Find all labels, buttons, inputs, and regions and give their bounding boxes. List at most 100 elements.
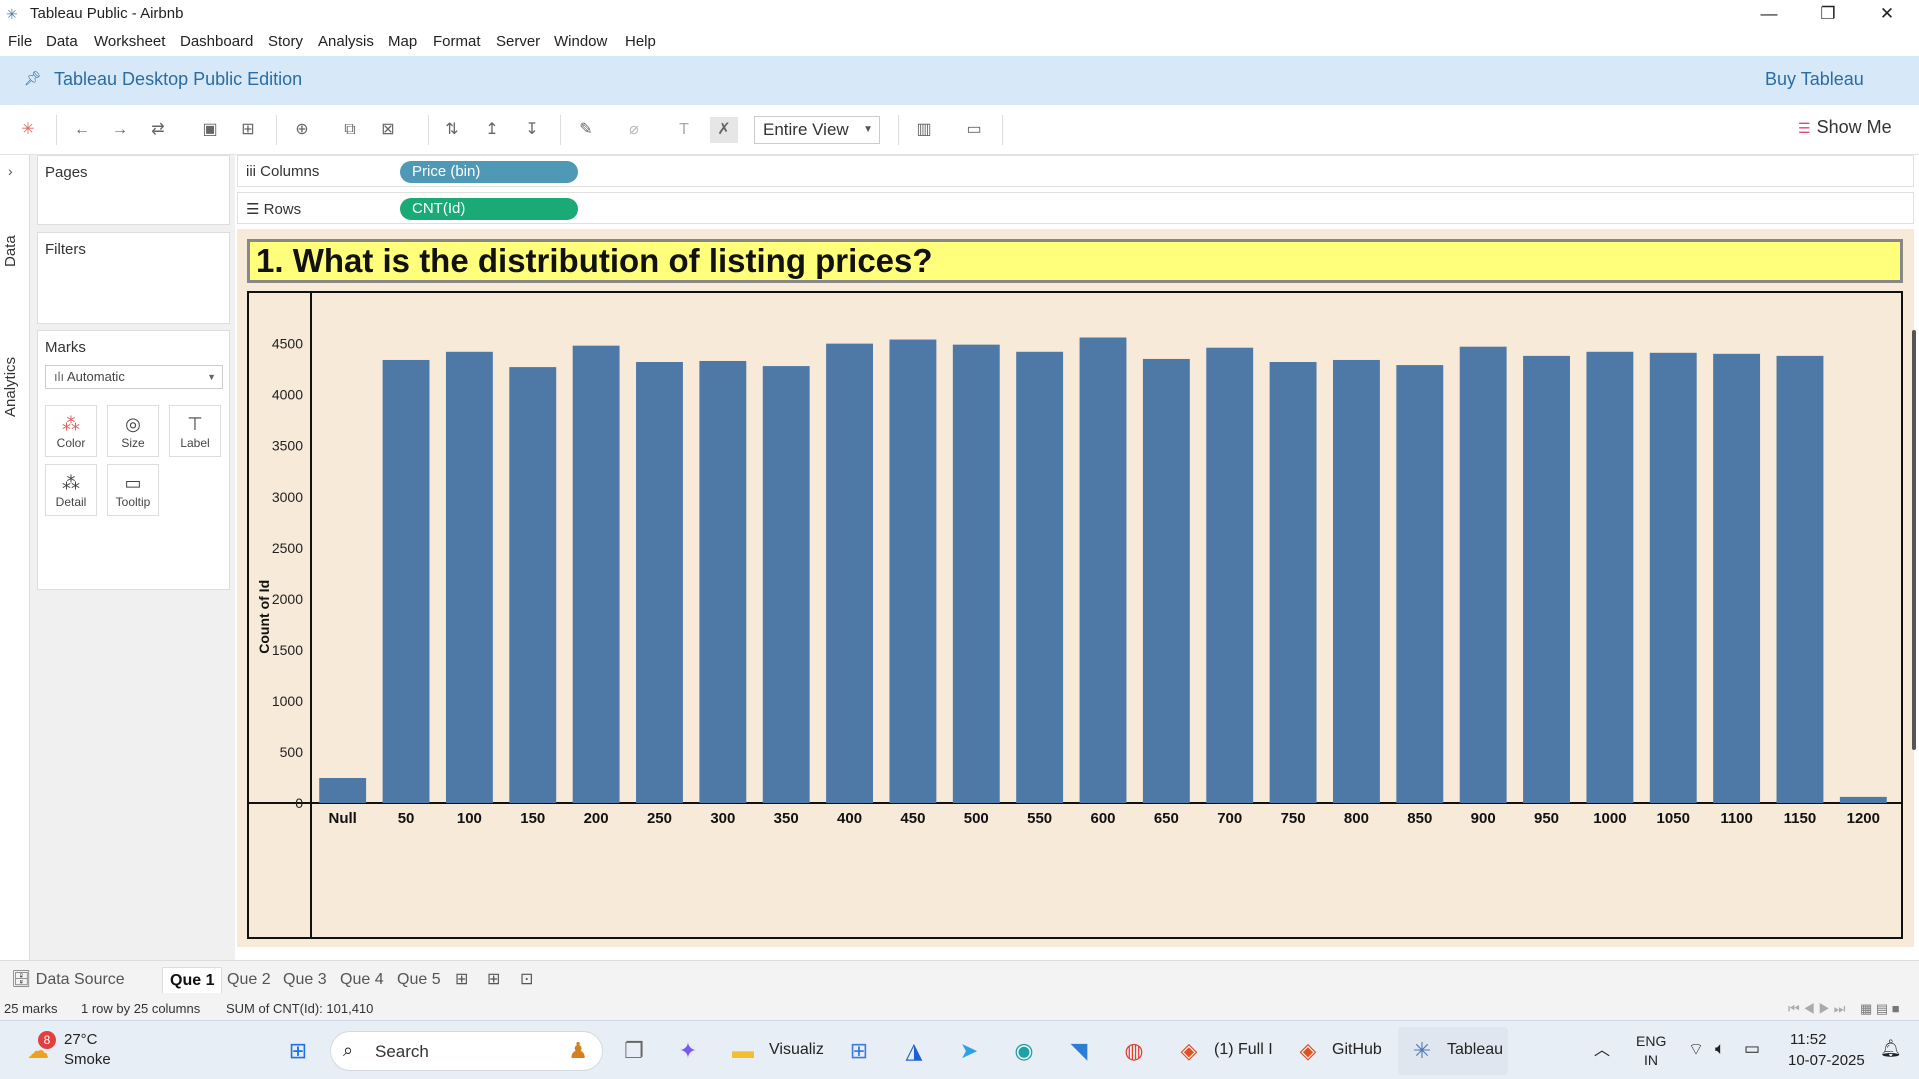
bar-chart[interactable]: 0 500 1000 1500 2000 2500 3000 3500 4000 4500 Coun…	[249, 293, 1901, 937]
tableau-logo-icon[interactable]: ✳	[14, 117, 42, 143]
menu-map[interactable]: Map	[388, 33, 417, 50]
new-worksheet-tab-icon[interactable]: ⊞	[448, 967, 475, 993]
language-line1[interactable]: ENG	[1636, 1033, 1666, 1049]
vscode-icon[interactable]: ◥	[1063, 1035, 1095, 1067]
group-members-icon[interactable]: ⌀	[620, 117, 648, 143]
menu-dashboard[interactable]: Dashboard	[180, 33, 253, 50]
mark-type-dropdown[interactable]: ılı Automatic ▼	[45, 365, 223, 389]
taskbar-app-full[interactable]: (1) Full I	[1214, 1041, 1273, 1059]
brave-icon[interactable]: ◈	[1173, 1035, 1205, 1067]
label-button[interactable]: ⊤ Label	[169, 405, 221, 457]
rows-shelf[interactable]: ☰ Rows CNT(Id)	[237, 192, 1914, 224]
microsoft-store-icon[interactable]: ⊞	[843, 1035, 875, 1067]
new-worksheet-icon[interactable]: ⊕	[288, 117, 316, 143]
sheet-tab-que4[interactable]: Que 4	[333, 967, 391, 993]
sheet-tab-que5[interactable]: Que 5	[390, 967, 448, 993]
taskbar-app-tableau[interactable]: Tableau	[1447, 1041, 1503, 1059]
color-label: Color	[56, 436, 86, 450]
analytics-tab[interactable]: Analytics	[2, 357, 19, 417]
data-source-tab[interactable]: 🗄︎ Data Source	[4, 967, 132, 993]
fit-dropdown[interactable]: Entire View ▼	[754, 116, 880, 144]
undo-icon[interactable]: ←	[68, 117, 96, 143]
menu-help[interactable]: Help	[625, 33, 656, 50]
wifi-icon[interactable]: ⌔	[1688, 1039, 1704, 1060]
data-tab[interactable]: Data	[2, 235, 19, 267]
swap-rows-columns-icon[interactable]: ⇅	[438, 117, 466, 143]
menu-server[interactable]: Server	[496, 33, 540, 50]
size-icon: ◎	[125, 414, 141, 434]
sheet-nav-icon[interactable]: ⏮ ◀ ▶ ⏭	[1788, 1001, 1845, 1017]
menu-analysis[interactable]: Analysis	[318, 33, 374, 50]
duplicate-sheet-icon[interactable]: ⧉	[336, 117, 364, 143]
menu-story[interactable]: Story	[268, 33, 303, 50]
battery-icon[interactable]: ▭	[1744, 1039, 1760, 1059]
taskbar-app-visualiz[interactable]: Visualiz	[769, 1041, 824, 1059]
toolbar: ✳ ← → ⇄ ▣ ⊞ ⊕ ⧉ ⊠ ⇅ ↥ ↧ ✎ ⌀ T ✗ Entire V…	[0, 105, 1919, 155]
menu-worksheet[interactable]: Worksheet	[94, 33, 165, 50]
menu-window[interactable]: Window	[554, 33, 607, 50]
show-cards-icon[interactable]: ▥	[910, 117, 938, 143]
telegram-icon[interactable]: ➤	[953, 1035, 985, 1067]
close-button[interactable]: ✕	[1864, 0, 1910, 28]
tableau-taskbar-icon[interactable]: ✳	[1406, 1035, 1438, 1067]
sheet-tab-que1[interactable]: Que 1	[162, 967, 223, 993]
sheet-tab-que3[interactable]: Que 3	[276, 967, 334, 993]
language-line2[interactable]: IN	[1644, 1052, 1658, 1068]
cnt-id-pill[interactable]: CNT(Id)	[400, 198, 578, 220]
buy-tableau-link[interactable]: Buy Tableau	[1765, 69, 1864, 90]
presentation-mode-icon[interactable]: ▭	[960, 117, 988, 143]
windows-start-icon[interactable]: ⊞	[282, 1035, 314, 1067]
menu-format[interactable]: Format	[433, 33, 481, 50]
task-view-icon[interactable]: ❐	[618, 1035, 650, 1067]
volume-icon[interactable]: 🔈︎	[1715, 1039, 1725, 1059]
x-tick-label: 900	[1471, 810, 1496, 827]
new-story-tab-icon[interactable]: ⊡	[513, 967, 540, 993]
clear-formatting-icon[interactable]: ✗	[710, 117, 738, 143]
chevron-down-icon: ▼	[207, 372, 216, 382]
clear-sheet-icon[interactable]: ⊠	[374, 117, 402, 143]
size-button[interactable]: ◎ Size	[107, 405, 159, 457]
y-tick-label: 500	[280, 744, 304, 760]
save-icon[interactable]: ▣	[196, 117, 224, 143]
clock-date[interactable]: 10-07-2025	[1788, 1052, 1865, 1069]
minimize-button[interactable]: —	[1746, 0, 1792, 28]
redo-icon[interactable]: →	[106, 117, 134, 143]
x-tick-label: 1200	[1847, 810, 1880, 827]
clock-time[interactable]: 11:52	[1790, 1031, 1826, 1048]
detail-button[interactable]: ⁂ Detail	[45, 464, 97, 516]
chrome-icon[interactable]: ◍	[1118, 1035, 1150, 1067]
azure-icon[interactable]: ◮	[898, 1035, 930, 1067]
file-explorer-icon[interactable]: ▬	[727, 1035, 759, 1067]
weather-temp: 27°C	[64, 1031, 98, 1048]
pages-card[interactable]: Pages	[37, 155, 230, 225]
filters-card[interactable]: Filters	[37, 232, 230, 324]
maximize-button[interactable]: ❐	[1805, 0, 1851, 28]
chevron-up-icon[interactable]: ︿	[1586, 1035, 1618, 1067]
tooltip-button[interactable]: ▭ Tooltip	[107, 464, 159, 516]
menu-data[interactable]: Data	[46, 33, 78, 50]
highlight-icon[interactable]: ✎	[572, 117, 600, 143]
color-button[interactable]: ⁂ Color	[45, 405, 97, 457]
expand-chevron-icon[interactable]: ›	[8, 163, 13, 179]
taskbar-search[interactable]: ⌕ Search ♟	[330, 1031, 603, 1071]
copilot-icon[interactable]: ✦	[672, 1035, 704, 1067]
y-tick-label: 2000	[272, 591, 303, 607]
new-dashboard-tab-icon[interactable]: ⊞	[480, 967, 507, 993]
columns-shelf[interactable]: iii Columns Price (bin)	[237, 155, 1914, 187]
replace-data-icon[interactable]: ⇄	[144, 117, 172, 143]
show-labels-icon[interactable]: T	[670, 117, 698, 143]
sheet-tab-que2[interactable]: Que 2	[220, 967, 278, 993]
vertical-scrollbar[interactable]	[1912, 330, 1916, 750]
notification-icon[interactable]: 🔔︎	[1880, 1039, 1902, 1059]
show-me-button[interactable]: ☰ Show Me	[1798, 117, 1892, 138]
taskbar-app-github[interactable]: GitHub	[1332, 1041, 1382, 1059]
new-data-source-icon[interactable]: ⊞	[234, 117, 262, 143]
sort-ascending-icon[interactable]: ↥	[478, 117, 506, 143]
brave-icon[interactable]: ◈	[1292, 1035, 1324, 1067]
sheet-sorter-icon[interactable]: ▦ ▤ ■	[1860, 1001, 1900, 1017]
menu-file[interactable]: File	[8, 33, 32, 50]
tableau-app-icon: ✳	[6, 6, 18, 22]
sort-descending-icon[interactable]: ↧	[518, 117, 546, 143]
price-bin-pill[interactable]: Price (bin)	[400, 161, 578, 183]
edge-icon[interactable]: ◉	[1008, 1035, 1040, 1067]
